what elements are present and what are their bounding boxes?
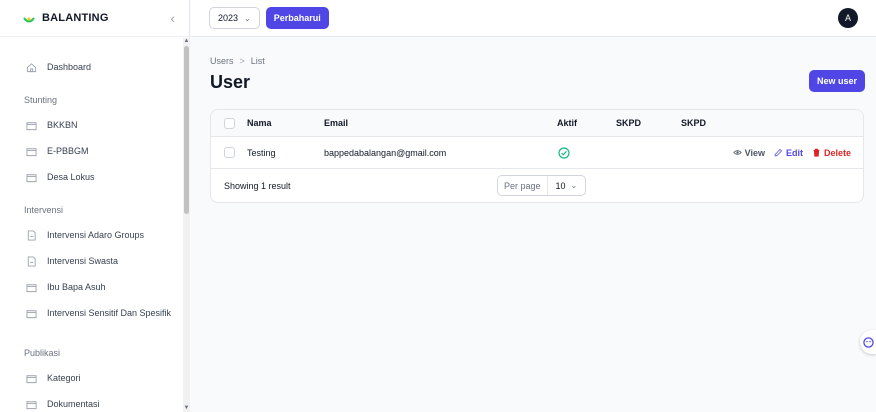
- result-count: Showing 1 result: [224, 181, 291, 191]
- breadcrumb-list: List: [250, 56, 265, 66]
- eye-icon: [732, 150, 742, 155]
- sidebar: BALANTING ‹ Dashboard Stunting BKKBN E-P…: [0, 0, 190, 412]
- pencil-icon: [774, 148, 783, 157]
- per-page-label: Per page: [498, 176, 548, 195]
- sidebar-scrollbar[interactable]: ▲ ▼: [183, 38, 190, 412]
- delete-label: Delete: [823, 147, 851, 158]
- header-skpd-2[interactable]: SKPD: [681, 118, 706, 128]
- sidebar-item-dokumentasi[interactable]: Dokumentasi: [0, 391, 180, 412]
- folder-icon: [26, 373, 37, 384]
- brand-name: BALANTING: [42, 12, 109, 24]
- cell-email: bappedabalangan@gmail.com: [324, 147, 447, 158]
- sidebar-item-dashboard[interactable]: Dashboard: [0, 54, 180, 80]
- sidebar-item-intervensi-sensitif[interactable]: Intervensi Sensitif Dan Spesifik: [0, 300, 180, 326]
- table-row[interactable]: Testing bappedabalangan@gmail.com View E…: [211, 137, 863, 169]
- sidebar-item-label: Ibu Bapa Asuh: [47, 282, 106, 292]
- sidebar-item-label: E-PBBGM: [47, 146, 89, 156]
- year-select[interactable]: 2023 ⌄: [209, 7, 260, 29]
- table-footer: Showing 1 result Per page 10 ⌄: [211, 169, 863, 202]
- smiley-icon: [862, 336, 874, 348]
- sidebar-item-label: BKKBN: [47, 120, 78, 130]
- sidebar-item-kategori[interactable]: Kategori: [0, 365, 180, 391]
- main-content: Users > List User New user Nama Email Ak…: [191, 38, 876, 412]
- collapse-sidebar-icon[interactable]: ‹: [170, 10, 175, 26]
- view-label: View: [744, 147, 765, 158]
- users-table: Nama Email Aktif SKPD SKPD Testing bappe…: [210, 109, 864, 203]
- sidebar-item-label: Intervensi Swasta: [47, 256, 119, 266]
- logo-icon: [23, 17, 35, 23]
- edit-action[interactable]: Edit: [774, 148, 803, 158]
- per-page-select[interactable]: Per page 10 ⌄: [497, 175, 587, 196]
- folder-icon: [26, 399, 37, 410]
- delete-action[interactable]: Delete: [812, 148, 851, 158]
- sidebar-header: BALANTING ‹: [0, 0, 189, 37]
- folder-icon: [26, 120, 37, 131]
- sidebar-group-publikasi: Publikasi: [24, 348, 61, 358]
- year-select-value: 2023: [218, 13, 239, 23]
- document-icon: [26, 229, 37, 241]
- row-checkbox[interactable]: [224, 147, 235, 158]
- avatar[interactable]: A: [838, 8, 858, 28]
- folder-icon: [26, 172, 37, 183]
- sidebar-item-desa-lokus[interactable]: Desa Lokus: [0, 164, 180, 190]
- header-email[interactable]: Email: [324, 118, 348, 128]
- sidebar-item-label: Intervensi Sensitif Dan Spesifik: [47, 308, 172, 318]
- scrollbar-thumb[interactable]: [184, 46, 189, 214]
- sidebar-item-bkkbn[interactable]: BKKBN: [0, 112, 180, 138]
- select-all-checkbox[interactable]: [224, 118, 235, 129]
- view-action[interactable]: View: [732, 147, 765, 158]
- trash-icon: [813, 148, 820, 157]
- folder-icon: [26, 146, 37, 157]
- header-skpd[interactable]: SKPD: [616, 118, 641, 128]
- sidebar-item-label: Dokumentasi: [47, 399, 100, 409]
- sidebar-group-stunting: Stunting: [24, 95, 58, 105]
- folder-icon: [26, 308, 37, 319]
- per-page-value: 10: [555, 180, 566, 191]
- table-header: Nama Email Aktif SKPD SKPD: [211, 110, 863, 137]
- sidebar-item-label: Desa Lokus: [47, 172, 95, 182]
- header-aktif[interactable]: Aktif: [557, 118, 577, 128]
- row-actions: View Edit Delete: [732, 147, 851, 158]
- folder-icon: [26, 282, 37, 293]
- sidebar-item-intervensi-swasta[interactable]: Intervensi Swasta: [0, 248, 180, 274]
- breadcrumb-users[interactable]: Users: [210, 56, 234, 66]
- chevron-down-icon: ⌄: [244, 13, 251, 23]
- scroll-up-icon[interactable]: ▲: [183, 38, 190, 45]
- sidebar-item-ibu-bapa-asuh[interactable]: Ibu Bapa Asuh: [0, 274, 180, 300]
- sidebar-group-intervensi: Intervensi: [24, 205, 64, 215]
- home-icon: [26, 62, 37, 73]
- sidebar-item-e-pbbgm[interactable]: E-PBBGM: [0, 138, 180, 164]
- sidebar-item-label: Dashboard: [47, 62, 92, 72]
- new-user-button[interactable]: New user: [808, 70, 865, 92]
- page-title: User: [210, 72, 251, 92]
- header-nama[interactable]: Nama: [247, 118, 272, 128]
- breadcrumb: Users > List: [210, 56, 265, 66]
- sidebar-item-label: Intervensi Adaro Groups: [47, 230, 145, 240]
- chevron-down-icon: ⌄: [570, 181, 578, 190]
- edit-label: Edit: [785, 147, 803, 158]
- cell-nama: Testing: [247, 147, 276, 158]
- update-button[interactable]: Perbaharui: [265, 7, 329, 29]
- breadcrumb-separator: >: [239, 56, 245, 66]
- check-circle-icon: [558, 147, 570, 159]
- sidebar-nav: Dashboard Stunting BKKBN E-PBBGM Desa Lo…: [0, 38, 180, 412]
- sidebar-item-intervensi-adaro[interactable]: Intervensi Adaro Groups: [0, 222, 180, 248]
- sidebar-item-label: Kategori: [47, 373, 81, 383]
- document-icon: [26, 255, 37, 267]
- scroll-down-icon[interactable]: ▼: [183, 405, 190, 412]
- per-page-value-wrap[interactable]: 10 ⌄: [548, 181, 586, 191]
- topbar: 2023 ⌄ Perbaharui A: [191, 0, 876, 37]
